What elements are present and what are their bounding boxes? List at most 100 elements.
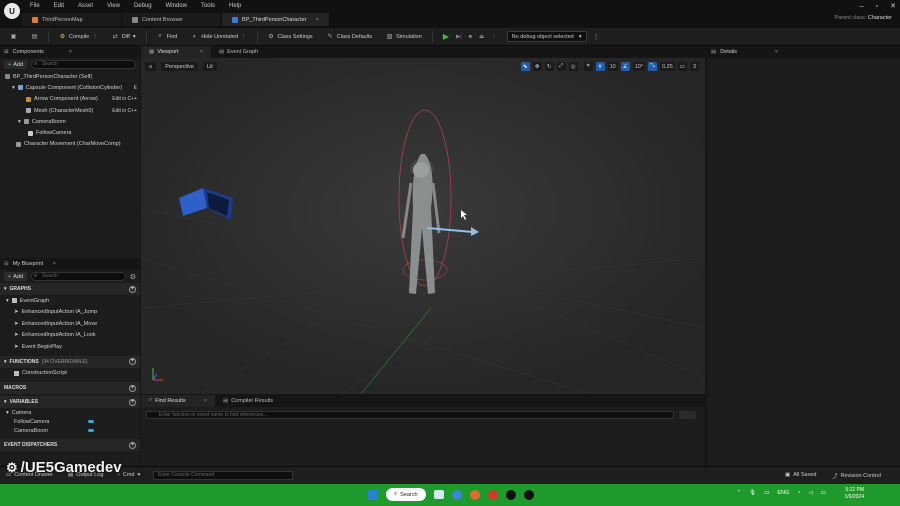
tab-content-browser[interactable]: Content Browser bbox=[122, 13, 222, 26]
gear-icon[interactable]: ⚙ bbox=[130, 273, 136, 281]
add-macro-icon[interactable]: + bbox=[129, 384, 136, 392]
windows-start-icon[interactable] bbox=[368, 489, 378, 500]
class-settings-button[interactable]: ⚙ Class Settings bbox=[264, 30, 317, 44]
tab-thirdpersonmap[interactable]: ThirdPersonMap bbox=[22, 13, 122, 26]
variable-item[interactable]: FollowCamera bbox=[0, 417, 140, 426]
tab-compiler-results[interactable]: ▤ Compiler Results bbox=[215, 395, 295, 407]
maximize-icon[interactable]: ▫ bbox=[876, 3, 878, 10]
rotation-snap-icon[interactable]: ∠ bbox=[620, 62, 630, 71]
settings-app-icon[interactable] bbox=[451, 489, 462, 500]
grid-snap-value[interactable]: 10 bbox=[607, 62, 618, 71]
event-dispatchers-section[interactable]: EVENT DISPATCHERS + bbox=[0, 439, 140, 451]
rotation-snap-value[interactable]: 10° bbox=[632, 62, 646, 71]
add-function-icon[interactable]: + bbox=[129, 358, 136, 365]
browse-button[interactable]: ▤ bbox=[27, 30, 42, 44]
close-tab-icon[interactable]: × bbox=[200, 49, 203, 55]
add-component-button[interactable]: + Add bbox=[4, 60, 28, 69]
microphone-icon[interactable]: 🎙︎ bbox=[749, 490, 756, 496]
variable-item[interactable]: CameraBoom bbox=[0, 426, 140, 435]
rotate-icon[interactable]: ↻ bbox=[544, 62, 554, 71]
taskbar-search[interactable]: ⌕ Search bbox=[386, 488, 426, 501]
component-arrow[interactable]: Arrow Component (Arrow) Edit in C++ bbox=[0, 94, 140, 105]
all-saved-button[interactable]: ▣ All Saved bbox=[785, 472, 816, 478]
close-icon[interactable]: ✕ bbox=[890, 2, 896, 10]
close-panel-icon[interactable]: × bbox=[775, 49, 778, 55]
surface-snap-icon[interactable]: ⌗ bbox=[583, 62, 593, 71]
grid-snap-icon[interactable]: # bbox=[595, 62, 605, 71]
revision-control-button[interactable]: ⤴ Revision Control bbox=[832, 472, 881, 480]
console-input[interactable]: Enter Console Command bbox=[153, 471, 293, 480]
find-button[interactable]: ⌕ Find bbox=[153, 30, 182, 44]
class-defaults-button[interactable]: ✎ Class Defaults bbox=[323, 30, 376, 44]
clock[interactable]: 5:22 PM 1/6/2024 bbox=[845, 487, 864, 501]
battery-icon[interactable]: ▭ bbox=[821, 490, 826, 496]
close-tab-icon[interactable]: × bbox=[204, 398, 207, 404]
language-indicator[interactable]: ENG bbox=[777, 490, 789, 496]
scale-snap-value[interactable]: 0.25 bbox=[660, 62, 675, 71]
collapse-arrow-icon[interactable]: ▾ bbox=[18, 119, 21, 125]
task-view-icon[interactable] bbox=[433, 490, 444, 499]
component-mesh[interactable]: Mesh (CharacterMesh0) Edit in C++ bbox=[0, 105, 140, 116]
unreal-app-icon[interactable] bbox=[505, 489, 516, 500]
camera-speed-value[interactable]: 3 bbox=[690, 62, 699, 71]
components-search-input[interactable]: Search bbox=[31, 60, 136, 69]
minimize-icon[interactable]: – bbox=[860, 3, 864, 10]
unreal-logo-icon[interactable]: U bbox=[4, 3, 20, 19]
move-icon[interactable]: ✥ bbox=[532, 62, 542, 71]
more-icon[interactable]: ⋮ bbox=[491, 34, 497, 40]
diff-button[interactable]: ⇄ Diff ▾ bbox=[108, 30, 140, 44]
macros-section[interactable]: MACROS + bbox=[0, 382, 140, 394]
simulation-button[interactable]: ▧ Simulation bbox=[382, 30, 426, 44]
close-tab-icon[interactable]: × bbox=[316, 17, 319, 23]
perspective-button[interactable]: Perspective bbox=[161, 62, 198, 71]
component-followcamera[interactable]: FollowCamera bbox=[0, 127, 140, 138]
select-icon[interactable]: ⬉ bbox=[520, 62, 530, 71]
step-icon[interactable]: ▶| bbox=[456, 34, 462, 40]
compile-button[interactable]: ⚙ Compile ⋮ bbox=[55, 30, 102, 44]
chevron-up-icon[interactable]: ⌃ bbox=[737, 490, 742, 496]
tab-event-graph[interactable]: ▤ Event Graph bbox=[211, 46, 281, 58]
functions-section[interactable]: ▾ FUNCTIONS (34 OVERRIDABLE) + bbox=[0, 355, 140, 368]
variables-section[interactable]: ▾ VARIABLES + bbox=[0, 396, 140, 408]
display-icon[interactable]: ▭ bbox=[764, 490, 769, 496]
scale-icon[interactable]: ⤢ bbox=[556, 62, 566, 71]
edit-in-cpp-link[interactable]: Edit in C++ bbox=[112, 108, 137, 114]
tab-bp-thirdpersoncharacter[interactable]: BP_ThirdPersonCharacter × bbox=[222, 13, 330, 26]
camera-speed-icon[interactable]: ▭ bbox=[677, 62, 687, 71]
find-in-all-blueprints-button[interactable] bbox=[679, 411, 696, 419]
unreal-editor-icon[interactable] bbox=[523, 489, 534, 500]
eject-icon[interactable]: ⏏ bbox=[479, 34, 484, 40]
play-icon[interactable]: ▶ bbox=[443, 32, 449, 41]
add-graph-icon[interactable]: + bbox=[129, 285, 136, 293]
add-variable-icon[interactable]: + bbox=[129, 398, 136, 406]
lit-button[interactable]: Lit bbox=[202, 62, 217, 71]
tab-find-results[interactable]: ⌕ Find Results × bbox=[141, 394, 215, 407]
save-button[interactable]: ▣ bbox=[6, 30, 21, 44]
graphs-section[interactable]: ▾ GRAPHS + bbox=[0, 283, 140, 295]
more-icon[interactable]: ⋮ bbox=[241, 34, 247, 40]
volume-icon[interactable]: ◁ bbox=[809, 490, 813, 496]
more-icon[interactable]: ⋮ bbox=[593, 33, 600, 41]
find-references-input[interactable]: Enter function or event name to find ref… bbox=[146, 411, 674, 419]
event-item[interactable]: ➤ EnhancedInputAction IA_Move bbox=[0, 318, 140, 330]
parent-class-value[interactable]: Character bbox=[868, 15, 892, 21]
chrome-icon[interactable] bbox=[487, 489, 498, 500]
hide-unrelated-button[interactable]: ◐ Hide Unrelated ⋮ bbox=[187, 30, 250, 44]
network-icon[interactable]: ◔ bbox=[797, 490, 800, 496]
menu-debug[interactable]: Debug bbox=[134, 3, 152, 9]
menu-file[interactable]: File bbox=[30, 3, 40, 9]
edit-in-cpp-link[interactable]: E bbox=[134, 85, 137, 91]
tab-viewport[interactable]: ▦ Viewport × bbox=[141, 46, 211, 58]
menu-help[interactable]: Help bbox=[229, 3, 241, 9]
component-self[interactable]: BP_ThirdPersonCharacter (Self) bbox=[0, 71, 140, 82]
component-cameraboom[interactable]: ▾ CameraBoom bbox=[0, 116, 140, 127]
function-item[interactable]: ConstructionScript bbox=[0, 368, 140, 380]
close-panel-icon[interactable]: × bbox=[69, 49, 72, 55]
menu-edit[interactable]: Edit bbox=[54, 3, 64, 9]
firefox-icon[interactable] bbox=[469, 489, 480, 500]
debug-object-select[interactable]: No debug object selected ▾ bbox=[506, 31, 587, 42]
menu-tools[interactable]: Tools bbox=[201, 3, 215, 9]
world-icon[interactable]: ◎ bbox=[568, 62, 578, 71]
menu-view[interactable]: View bbox=[107, 3, 120, 9]
collapse-arrow-icon[interactable]: ▾ bbox=[12, 85, 15, 91]
